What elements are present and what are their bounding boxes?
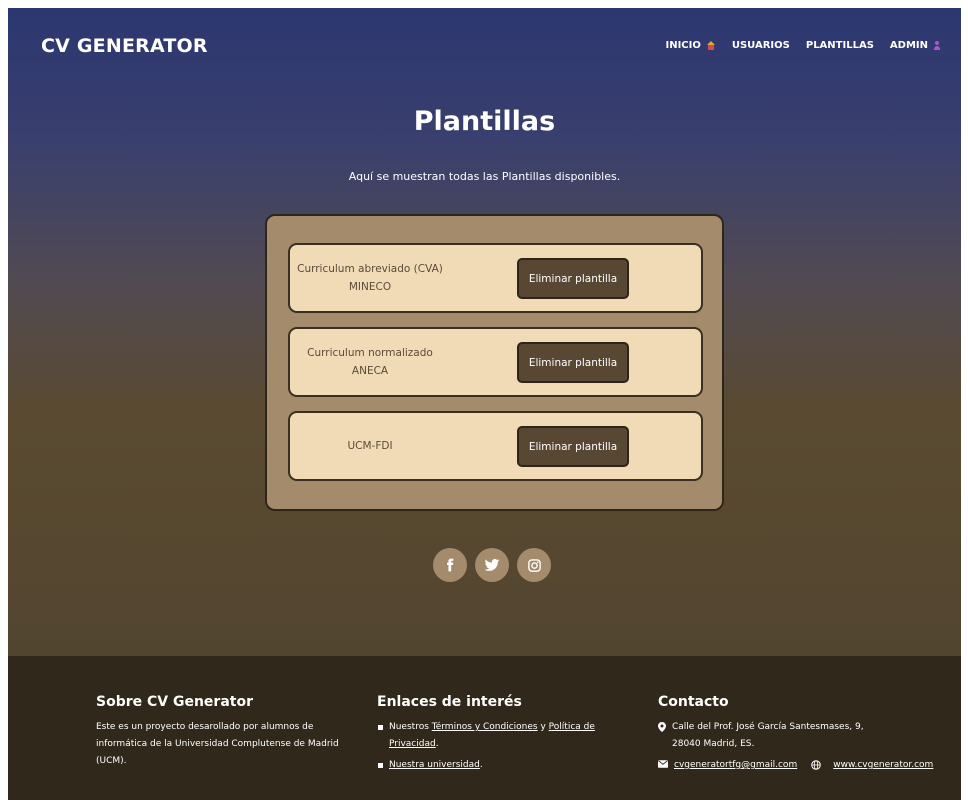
nav-item-inicio[interactable]: INICIO xyxy=(665,40,715,51)
house-icon xyxy=(706,40,716,51)
list-item: Nuestros Términos y Condiciones y Políti… xyxy=(377,719,627,753)
link-suffix-text: . xyxy=(435,739,439,749)
link-suffix-text: . xyxy=(479,760,483,770)
delete-template-button[interactable]: Eliminar plantilla xyxy=(517,426,629,467)
map-pin-icon xyxy=(658,722,666,732)
footer-about: Sobre CV Generator Este es un proyecto d… xyxy=(96,694,346,770)
website-link[interactable]: www.cvgenerator.com xyxy=(833,757,933,774)
template-card: Curriculum normalizado ANECA Eliminar pl… xyxy=(288,327,703,397)
link-prefix-text: Nuestros xyxy=(389,722,432,732)
globe-icon xyxy=(811,760,821,770)
footer-contact: Contacto Calle del Prof. José García San… xyxy=(658,694,958,774)
address-line1: Calle del Prof. José García Santesmases,… xyxy=(672,722,864,732)
templates-panel: Curriculum abreviado (CVA) MINECO Elimin… xyxy=(265,214,724,511)
template-name: Curriculum normalizado ANECA xyxy=(307,347,433,377)
social-links xyxy=(433,548,551,582)
address-row: Calle del Prof. José García Santesmases,… xyxy=(658,719,958,753)
twitter-icon[interactable] xyxy=(475,548,509,582)
delete-template-button[interactable]: Eliminar plantilla xyxy=(517,258,629,299)
footer: Sobre CV Generator Este es un proyecto d… xyxy=(8,656,961,800)
nav-label-usuarios: USUARIOS xyxy=(731,40,790,51)
envelope-icon xyxy=(658,760,668,768)
page-title: Plantillas xyxy=(413,106,556,137)
email-link[interactable]: cvgeneratortfg@gmail.com xyxy=(674,757,797,774)
instagram-icon[interactable] xyxy=(517,548,551,582)
nav-item-plantillas[interactable]: PLANTILLAS xyxy=(806,40,874,51)
nav-label-inicio: INICIO xyxy=(665,40,701,51)
template-card: Curriculum abreviado (CVA) MINECO Elimin… xyxy=(288,243,703,313)
footer-links-title: Enlaces de interés xyxy=(377,694,522,710)
nav-item-usuarios[interactable]: USUARIOS xyxy=(732,40,790,51)
brand-logo[interactable]: CV GENERATOR xyxy=(41,35,208,57)
template-name: UCM-FDI xyxy=(347,440,393,452)
template-name: Curriculum abreviado (CVA) MINECO xyxy=(297,263,443,293)
template-card: UCM-FDI Eliminar plantilla xyxy=(288,411,703,481)
address-line2: 28040 Madrid, ES. xyxy=(672,739,755,749)
delete-template-button[interactable]: Eliminar plantilla xyxy=(517,342,629,383)
footer-about-text: Este es un proyecto desarollado por alum… xyxy=(96,722,339,766)
facebook-icon[interactable] xyxy=(433,548,467,582)
page: CV GENERATOR INICIO USUARIOS PLANTILLAS … xyxy=(8,8,961,800)
person-icon xyxy=(933,40,941,51)
terms-link[interactable]: Términos y Condiciones xyxy=(432,722,538,732)
contact-links-row: cvgeneratortfg@gmail.com www.cvgenerator… xyxy=(658,757,958,774)
footer-links: Enlaces de interés Nuestros Términos y C… xyxy=(377,694,627,778)
hero-section: CV GENERATOR INICIO USUARIOS PLANTILLAS … xyxy=(8,8,961,656)
page-subtitle: Aquí se muestran todas las Plantillas di… xyxy=(348,170,621,183)
list-item: Nuestra universidad. xyxy=(377,757,627,774)
university-link[interactable]: Nuestra universidad xyxy=(389,760,480,770)
nav-item-admin[interactable]: ADMIN xyxy=(890,40,941,51)
nav-label-plantillas: PLANTILLAS xyxy=(805,40,874,51)
link-middle-text: y xyxy=(537,722,549,732)
main-nav: INICIO USUARIOS PLANTILLAS ADMIN xyxy=(665,40,941,51)
footer-contact-title: Contacto xyxy=(658,694,729,710)
footer-about-title: Sobre CV Generator xyxy=(96,694,253,710)
nav-label-admin: ADMIN xyxy=(889,40,928,51)
